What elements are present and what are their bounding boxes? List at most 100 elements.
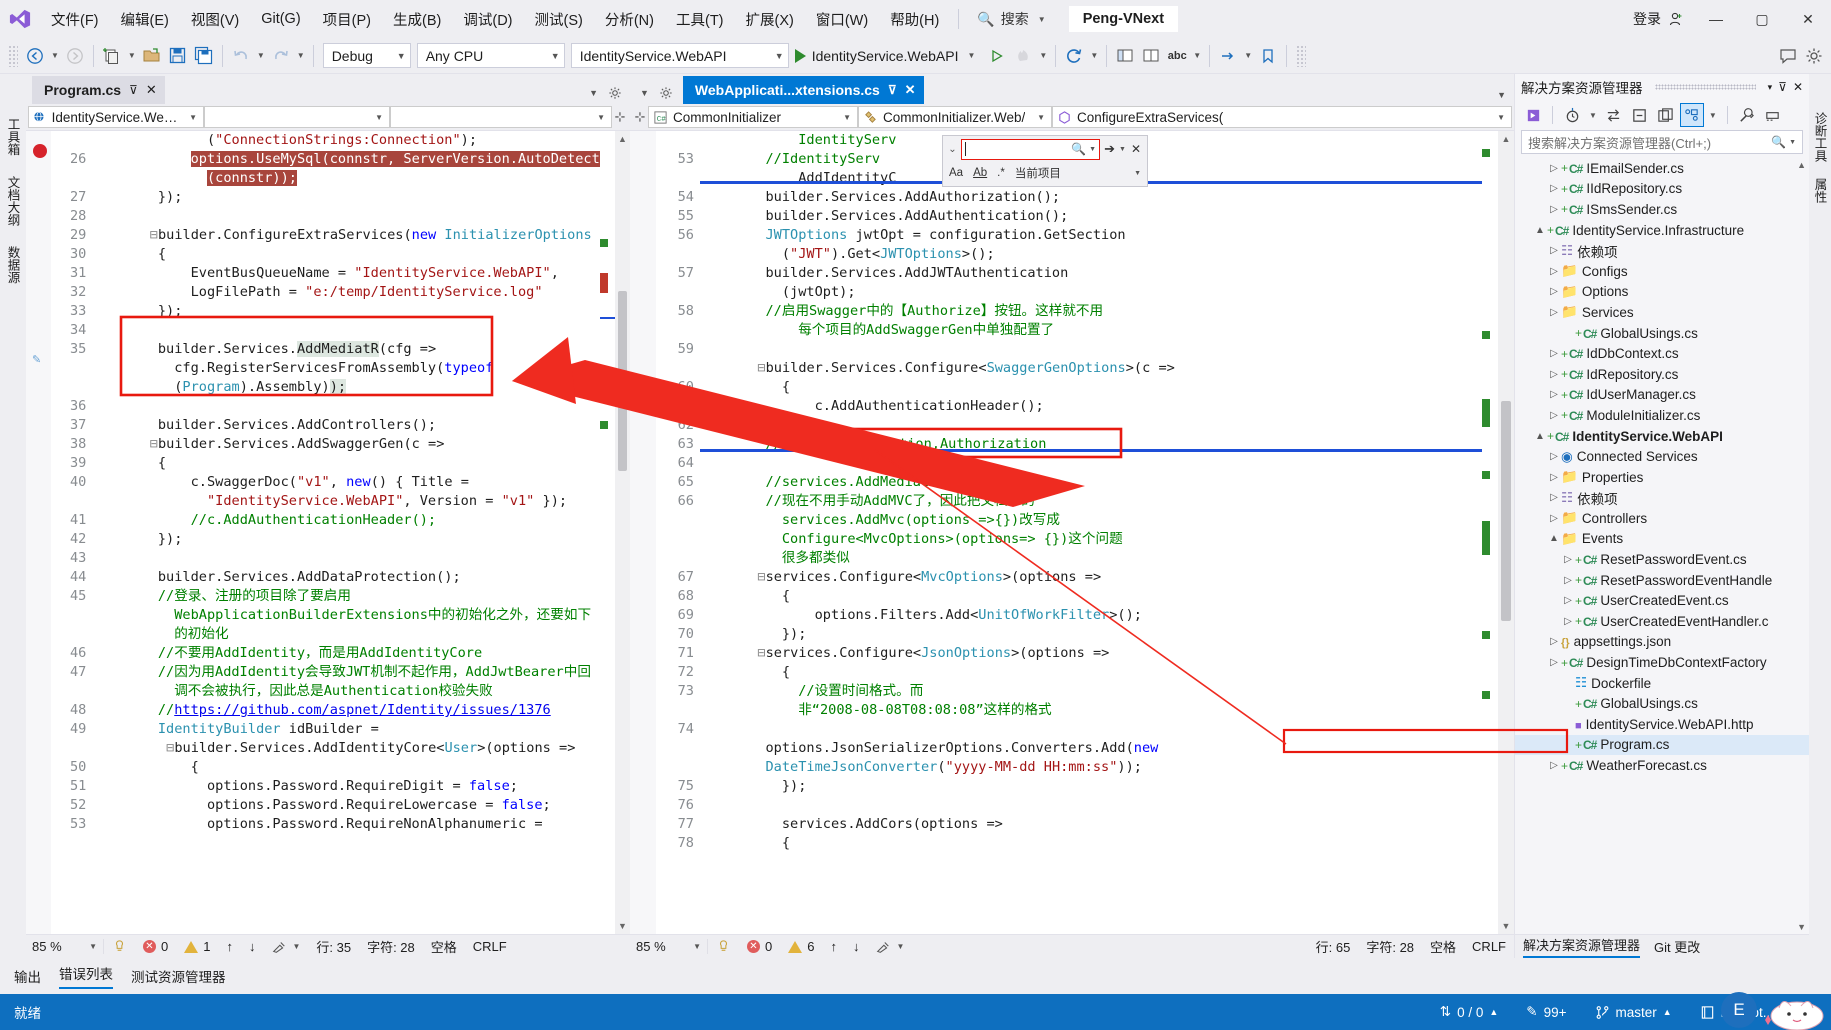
eol-indicator-right[interactable]: CRLF [1464,939,1514,954]
code-line[interactable]: c.SwaggerDoc("v1", new() { Title = [92,473,599,492]
expand-arrow-icon[interactable]: ▷ [1547,410,1561,421]
menu-item-10[interactable]: 扩展(X) [735,3,805,36]
rail-tab-properties[interactable]: 属性 [1808,170,1831,211]
prev-issue-button-right[interactable]: ↑ [822,939,845,954]
maximize-button[interactable]: ▢ [1739,0,1785,38]
switch-views-icon[interactable] [1521,103,1545,127]
split-view-button[interactable]: ⊹ [612,109,628,125]
code-line[interactable]: }); [92,188,599,207]
code-line[interactable]: options.Password.RequireNonAlphanumeric … [92,815,599,834]
tree-item[interactable]: ▷ 📁 Configs [1515,261,1809,282]
solution-configuration-combo[interactable]: Debug ▼ [322,43,411,68]
step-forward-button[interactable] [1215,43,1241,69]
tree-item[interactable]: ▷ + C# IdDbContext.cs [1515,343,1809,364]
redo-dropdown-icon[interactable]: ▼ [294,51,308,60]
panel-drag-handle[interactable] [1654,84,1756,90]
tree-item[interactable]: ▷ + C# ModuleInitializer.cs [1515,405,1809,426]
indentation-indicator-right[interactable]: 空格 [1422,937,1464,956]
code-line[interactable]: //services.AddMediatR(assemblies); [700,473,1482,492]
code-line[interactable]: //因为用AddIdentity会导致JWT机制不起作用，AddJwtBeare… [92,663,599,682]
close-button[interactable]: ✕ [1785,0,1831,38]
code-line[interactable]: //现在不用手动AddMVC了，因此把文档中的 [700,492,1482,511]
tree-item[interactable]: ▷ ☷ 依赖项 [1515,240,1809,261]
warning-count-left[interactable]: 1 [176,939,218,954]
tree-item[interactable]: ▷ + C# IdUserManager.cs [1515,385,1809,406]
indentation-indicator-left[interactable]: 空格 [423,937,465,956]
code-line[interactable]: options.UseMySql(connstr, ServerVersion.… [92,150,600,169]
nav-project-combo[interactable]: IdentityService.WebAPI ▼ [28,106,204,128]
sync-with-active-document-icon[interactable] [1602,103,1626,127]
expand-arrow-icon[interactable]: ▷ [1547,307,1561,318]
tree-item[interactable]: ▲ + C# IdentityService.Infrastructure [1515,220,1809,241]
code-line[interactable]: 的初始化 [92,625,599,644]
find-next-dropdown-icon[interactable]: ▼ [1119,146,1126,153]
expand-arrow-icon[interactable]: ▷ [1547,472,1561,483]
breakpoint-gutter-right[interactable] [630,131,656,934]
tab-list-dropdown-icon[interactable]: ▼ [640,88,649,98]
expand-arrow-icon[interactable]: ▷ [1547,183,1561,194]
close-icon[interactable]: ✕ [905,82,916,98]
find-match-case-toggle[interactable]: Aa [949,167,963,179]
menu-item-3[interactable]: Git(G) [250,5,311,33]
split-window-button[interactable] [1138,43,1164,69]
feedback-button[interactable] [1775,43,1801,69]
rail-tab-toolbox[interactable]: 工具箱 [0,108,27,166]
nav-type-combo-right[interactable]: CommonInitializer.Web/ ▼ [858,106,1052,128]
navigate-back-button[interactable] [22,43,48,69]
global-search[interactable]: 🔍 搜索 ▼ [967,5,1058,33]
menu-item-0[interactable]: 文件(F) [40,3,110,36]
fold-toggle-icon[interactable]: ⊟ [757,360,765,376]
split-view-button-right[interactable]: ⊹ [632,109,648,125]
breakpoint-indicator[interactable] [33,144,47,158]
tree-item[interactable]: ▷ + C# IdRepository.cs [1515,364,1809,385]
tree-item[interactable]: + C# GlobalUsings.cs [1515,693,1809,714]
nav-member-combo[interactable]: ▼ [390,106,612,128]
menu-item-11[interactable]: 窗口(W) [805,3,879,36]
tree-item[interactable]: ▲ 📁 Events [1515,529,1809,550]
close-icon[interactable]: ✕ [1793,80,1803,94]
code-line[interactable]: ("JWT").Get<JWTOptions>(); [700,245,1482,264]
open-file-button[interactable] [139,43,165,69]
search-dropdown-icon[interactable]: ▼ [1789,139,1796,146]
code-line[interactable]: }); [700,777,1482,796]
code-line[interactable]: { [700,378,1482,397]
code-line[interactable]: IdentityBuilder idBuilder = [92,720,599,739]
expand-arrow-icon[interactable]: ▷ [1547,163,1561,174]
window-layout-button[interactable] [1112,43,1138,69]
save-all-button[interactable] [191,43,217,69]
error-count-left[interactable]: ✕ 0 [135,939,176,954]
scrollbar-thumb[interactable] [617,291,627,471]
hot-reload-dropdown-icon[interactable]: ▼ [1036,51,1050,60]
code-line[interactable]: ⊟services.Configure<JsonOptions>(options… [700,644,1482,663]
tree-scroll-down-arrow[interactable]: ▼ [1797,922,1806,932]
fold-toggle-icon[interactable]: ⊟ [757,569,765,585]
zoom-combo-right[interactable]: 85 % ▼ [630,939,708,954]
tree-item[interactable]: ▷ + C# ResetPasswordEvent.cs [1515,549,1809,570]
code-line[interactable]: builder.Services.AddControllers(); [92,416,599,435]
back-dropdown-icon[interactable]: ▼ [48,51,62,60]
tree-item[interactable]: ☷ Dockerfile [1515,673,1809,694]
menu-item-7[interactable]: 测试(S) [524,3,594,36]
code-line[interactable]: ("ConnectionStrings:Connection"); [92,131,599,150]
expand-arrow-icon[interactable]: ▷ [1547,389,1561,400]
menu-item-4[interactable]: 项目(P) [312,3,382,36]
code-line[interactable] [92,549,599,568]
code-line[interactable]: { [700,587,1482,606]
tree-item[interactable]: ▷ ☷ 依赖项 [1515,488,1809,509]
git-branch[interactable]: master ▲ [1581,994,1686,1030]
fold-toggle-icon[interactable]: ⊟ [150,436,158,452]
panel-menu-icon[interactable]: ▾ [1768,82,1773,93]
next-issue-button-right[interactable]: ↓ [845,939,868,954]
tree-item[interactable]: ▷ + C# UserCreatedEvent.cs [1515,590,1809,611]
code-line[interactable]: options.Password.RequireLowercase = fals… [92,796,599,815]
search-icon[interactable]: 🔍 [1071,142,1086,156]
show-all-files-icon[interactable] [1654,103,1678,127]
toolbar-grip[interactable] [8,44,18,67]
find-input[interactable] [965,142,1068,156]
fold-toggle-icon[interactable]: ⊟ [150,227,158,243]
find-regex-toggle[interactable]: .* [997,167,1005,179]
nav-project-combo-right[interactable]: C# CommonInitializer ▼ [648,106,858,128]
code-line[interactable]: ⊟services.Configure<MvcOptions>(options … [700,568,1482,587]
tree-item[interactable]: ▷ + C# IIdRepository.cs [1515,179,1809,200]
menu-item-12[interactable]: 帮助(H) [879,3,950,36]
